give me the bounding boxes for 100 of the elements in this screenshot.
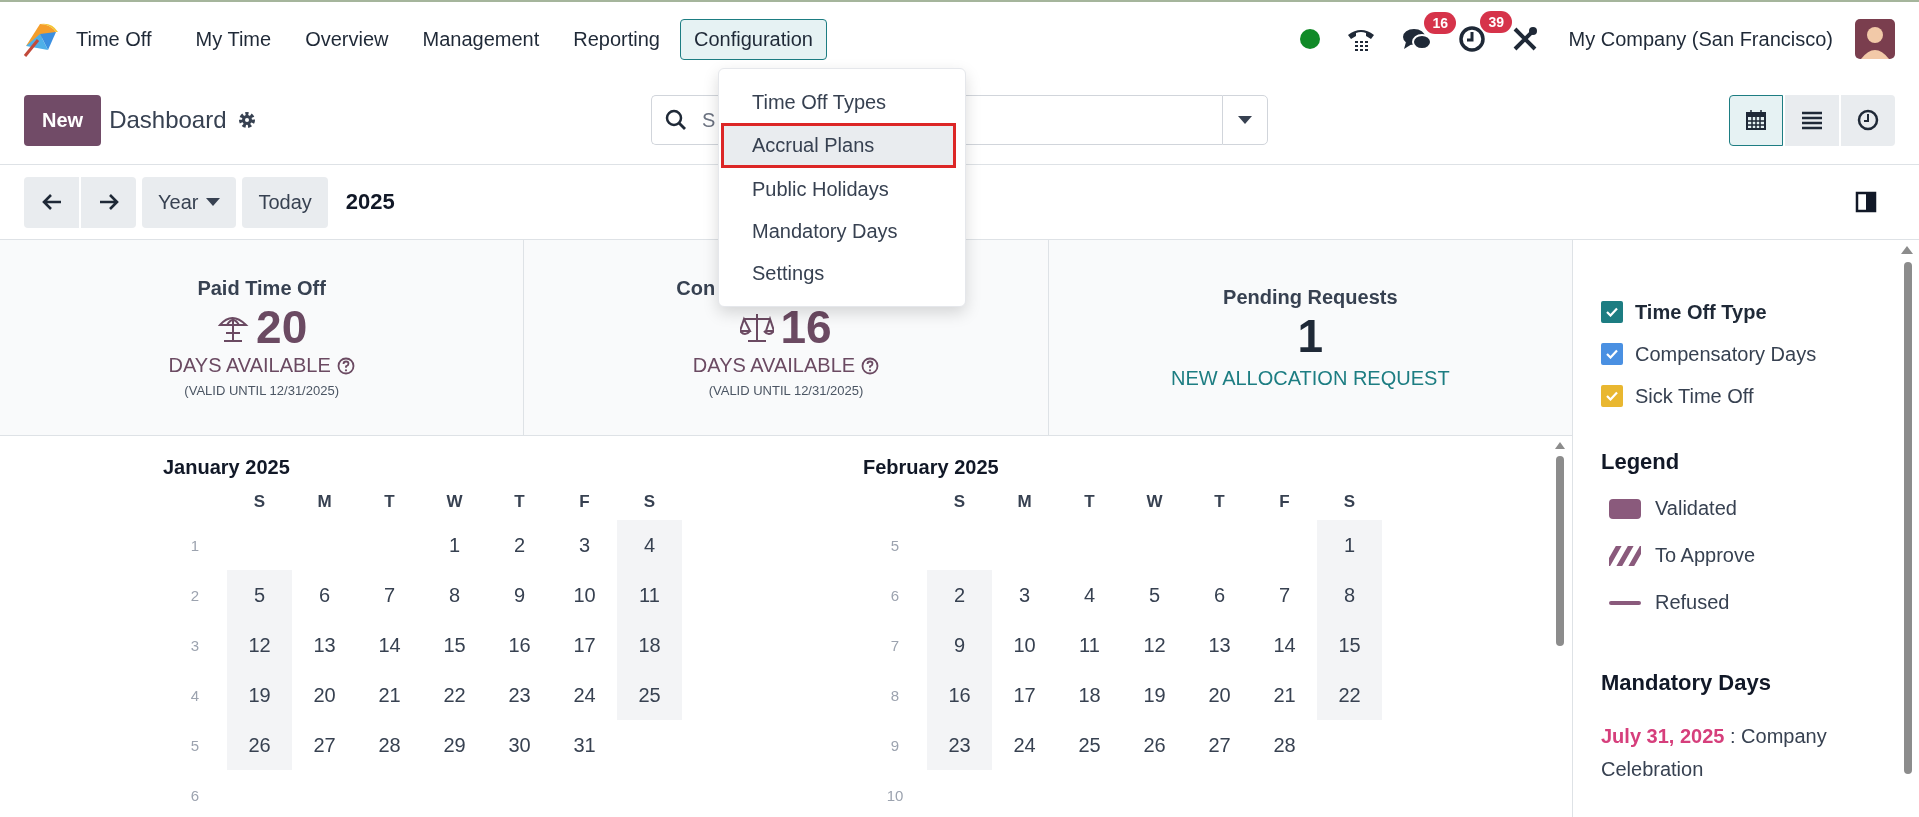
day-cell[interactable]: 20 [1187,670,1252,720]
scrollbar[interactable] [1556,456,1564,646]
day-cell[interactable]: 15 [1317,620,1382,670]
checkbox[interactable] [1601,301,1623,323]
day-cell[interactable]: 10 [552,570,617,620]
scrollbar[interactable] [1904,262,1912,774]
validity-note: (VALID UNTIL 12/31/2025) [708,383,864,398]
day-cell[interactable]: 11 [1057,620,1122,670]
menu-item[interactable]: Mandatory Days [721,210,963,252]
day-cell[interactable]: 26 [227,720,292,770]
day-cell[interactable]: 17 [552,620,617,670]
week-number: 6 [189,785,201,806]
chat-icon[interactable] [1402,26,1433,52]
clock-icon[interactable] [1458,25,1487,53]
day-cell[interactable]: 28 [357,720,422,770]
day-cell[interactable]: 10 [992,620,1057,670]
checkbox[interactable] [1601,343,1623,365]
scroll-up-icon[interactable] [1901,246,1913,254]
scroll-up-icon[interactable] [1555,442,1565,449]
day-cell[interactable]: 9 [927,620,992,670]
day-cell[interactable]: 8 [1317,570,1382,620]
day-cell[interactable]: 3 [992,570,1057,620]
day-cell[interactable]: 14 [357,620,422,670]
menu-item[interactable]: Accrual Plans [721,123,956,168]
menu-tab[interactable]: My Time [181,18,286,60]
day-cell[interactable]: 1 [1317,520,1382,570]
week-number: 5 [189,735,201,756]
panel-toggle-icon[interactable] [1855,191,1877,213]
previous-button[interactable] [24,176,79,228]
day-cell[interactable]: 18 [1057,670,1122,720]
day-cell[interactable]: 27 [292,720,357,770]
day-cell[interactable]: 12 [1122,620,1187,670]
day-cell[interactable]: 8 [422,570,487,620]
help-icon[interactable] [336,356,355,375]
day-cell[interactable]: 9 [487,570,552,620]
avatar-icon[interactable] [1855,19,1895,59]
day-cell[interactable]: 22 [1317,670,1382,720]
day-cell[interactable]: 6 [292,570,357,620]
day-cell[interactable]: 25 [1057,720,1122,770]
view-button[interactable] [1841,94,1895,146]
new-button[interactable]: New [24,94,102,146]
day-cell[interactable]: 17 [992,670,1057,720]
day-cell[interactable]: 1 [422,520,487,570]
day-cell[interactable]: 18 [617,620,682,670]
day-cell[interactable]: 27 [1187,720,1252,770]
section-title: Mandatory Days [1601,670,1772,696]
day-cell[interactable]: 24 [552,670,617,720]
day-cell[interactable]: 19 [1122,670,1187,720]
checkbox[interactable] [1601,385,1623,407]
day-cell[interactable]: 15 [422,620,487,670]
day-cell[interactable]: 19 [227,670,292,720]
gear-icon[interactable] [236,110,257,130]
day-cell[interactable]: 21 [1252,670,1317,720]
day-cell[interactable]: 13 [292,620,357,670]
day-cell[interactable]: 3 [552,520,617,570]
menu-tab[interactable]: Management [408,18,554,60]
day-cell[interactable]: 24 [992,720,1057,770]
day-cell[interactable]: 26 [1122,720,1187,770]
day-cell[interactable]: 13 [1187,620,1252,670]
day-cell[interactable]: 2 [487,520,552,570]
day-cell[interactable]: 5 [1122,570,1187,620]
day-cell[interactable]: 25 [617,670,682,720]
day-cell[interactable]: 6 [1187,570,1252,620]
day-cell[interactable]: 21 [357,670,422,720]
day-cell[interactable]: 7 [1252,570,1317,620]
day-cell[interactable]: 4 [1057,570,1122,620]
day-cell[interactable]: 5 [227,570,292,620]
day-cell[interactable]: 23 [927,720,992,770]
day-cell[interactable]: 20 [292,670,357,720]
day-cell[interactable]: 29 [422,720,487,770]
view-button[interactable] [1729,94,1783,146]
help-icon[interactable] [861,356,880,375]
today-button[interactable]: Today [242,176,328,228]
menu-item[interactable]: Public Holidays [721,168,963,210]
day-cell[interactable]: 23 [487,670,552,720]
day-cell[interactable]: 16 [487,620,552,670]
day-cell[interactable]: 16 [927,670,992,720]
next-button[interactable] [81,176,136,228]
search-options-button[interactable] [1222,95,1268,145]
day-cell[interactable]: 28 [1252,720,1317,770]
company-switcher[interactable]: My Company (San Francisco) [1568,27,1833,51]
day-cell[interactable]: 30 [487,720,552,770]
day-cell[interactable]: 7 [357,570,422,620]
day-cell[interactable]: 14 [1252,620,1317,670]
app-name[interactable]: Time Off [76,27,152,51]
menu-item[interactable]: Settings [721,252,963,294]
day-cell[interactable]: 4 [617,520,682,570]
day-cell[interactable]: 22 [422,670,487,720]
menu-tab[interactable]: Configuration [679,18,827,60]
scale-dropdown[interactable]: Year [142,176,237,228]
day-cell[interactable]: 11 [617,570,682,620]
allocation-request-link[interactable]: NEW ALLOCATION REQUEST [1171,366,1450,390]
menu-tab[interactable]: Reporting [559,18,674,60]
day-cell[interactable]: 12 [227,620,292,670]
tools-icon[interactable] [1512,26,1539,52]
menu-tab[interactable]: Overview [291,18,403,60]
menu-item[interactable]: Time Off Types [721,81,963,123]
view-button[interactable] [1785,94,1839,146]
day-cell[interactable]: 2 [927,570,992,620]
day-cell[interactable]: 31 [552,720,617,770]
